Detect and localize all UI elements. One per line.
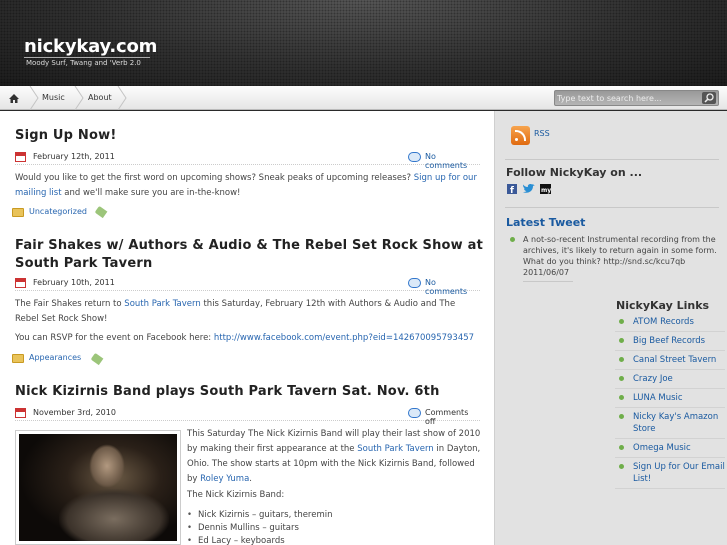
- facebook-event-link[interactable]: http://www.facebook.com/event.php?eid=14…: [214, 333, 474, 343]
- comments-link[interactable]: No comments: [425, 152, 480, 170]
- search-input[interactable]: [557, 92, 699, 104]
- band-photo[interactable]: [15, 430, 181, 545]
- svg-text:f: f: [510, 186, 514, 194]
- tag-icon: [94, 205, 108, 219]
- sidebar-link-email-list[interactable]: Sign Up for Our Email List!: [615, 461, 725, 489]
- post-date: February 12th, 2011: [33, 152, 115, 161]
- tag-icon: [90, 352, 104, 366]
- follow-title: Follow NickyKay on ...: [506, 166, 643, 179]
- post-date: February 10th, 2011: [33, 278, 115, 287]
- post-text: and we'll make sure you are in-the-know!: [61, 188, 241, 198]
- sidebar-link-omega-music[interactable]: Omega Music: [615, 442, 725, 458]
- nav-separator: [117, 86, 127, 110]
- comments-link[interactable]: No comments: [425, 278, 480, 296]
- post-meta: November 3rd, 2010 Comments off: [15, 407, 480, 426]
- post-title-line: South Park Tavern: [15, 256, 153, 271]
- post-meta: February 12th, 2011 No comments: [15, 151, 480, 170]
- divider: [523, 281, 573, 282]
- search-icon: [704, 93, 714, 103]
- sidebar-link-big-beef-records[interactable]: Big Beef Records: [615, 335, 725, 351]
- south-park-tavern-link[interactable]: South Park Tavern: [124, 299, 200, 309]
- post-body: Would you like to get the first word on …: [15, 171, 480, 201]
- links-title: NickyKay Links: [616, 299, 710, 312]
- post-title[interactable]: Fair Shakes w/ Authors & Audio & The Reb…: [15, 237, 485, 273]
- folder-icon: [12, 208, 24, 217]
- sidebar-link-luna-music[interactable]: LUNA Music: [615, 392, 725, 408]
- sidebar-link-crazy-joe[interactable]: Crazy Joe: [615, 373, 725, 389]
- post-text: Would you like to get the first word on …: [15, 173, 414, 183]
- list-item: Dennis Mullins – guitars: [187, 522, 333, 535]
- myspace-icon[interactable]: my: [540, 184, 551, 194]
- post-text: The Nick Kizirnis Band:: [187, 490, 285, 500]
- nav-separator: [29, 86, 39, 110]
- calendar-icon: [15, 278, 26, 288]
- sidebar-link-atom-records[interactable]: ATOM Records: [615, 316, 725, 332]
- site-title[interactable]: nickykay.com: [24, 36, 157, 57]
- band-photo-image: [19, 434, 177, 541]
- nav-home[interactable]: [0, 86, 28, 110]
- comments-status: Comments off: [425, 408, 469, 426]
- bullet-icon: [510, 237, 515, 242]
- sidebar-link-amazon-store[interactable]: Nicky Kay's Amazon Store: [615, 411, 725, 439]
- post-text: The Fair Shakes return to: [15, 299, 125, 309]
- sidebar-link-canal-street-tavern[interactable]: Canal Street Tavern: [615, 354, 725, 370]
- nav-item-about[interactable]: About: [88, 86, 112, 110]
- site-header: nickykay.com Moody Surf, Twang and 'Verb…: [0, 0, 727, 86]
- post-meta: February 10th, 2011 No comments: [15, 277, 480, 296]
- facebook-icon[interactable]: f: [507, 184, 517, 196]
- band-member-list: Nick Kizirnis – guitars, theremin Dennis…: [187, 509, 333, 545]
- category-link[interactable]: Uncategorized: [29, 207, 87, 216]
- site-description: Moody Surf, Twang and 'Verb 2.0: [26, 59, 141, 67]
- rss-link[interactable]: RSS: [534, 129, 550, 138]
- post-text: You can RSVP for the event on Facebook h…: [15, 333, 214, 343]
- links-list: ATOM Records Big Beef Records Canal Stre…: [615, 316, 725, 492]
- nav-item-music[interactable]: Music: [42, 86, 65, 110]
- comment-bubble-icon: [408, 408, 421, 418]
- post-date: November 3rd, 2010: [33, 408, 116, 417]
- calendar-icon: [15, 152, 26, 162]
- rss-icon[interactable]: [511, 126, 530, 145]
- comment-bubble-icon: [408, 278, 421, 288]
- comment-bubble-icon: [408, 152, 421, 162]
- post-title-line: Fair Shakes w/ Authors & Audio & The Reb…: [15, 238, 483, 253]
- south-park-tavern-link[interactable]: South Park Tavern: [357, 444, 433, 454]
- nav-separator: [74, 86, 84, 110]
- folder-icon: [12, 354, 24, 363]
- calendar-icon: [15, 408, 26, 418]
- sidebar: RSS Follow NickyKay on ... f my Latest T…: [494, 111, 727, 545]
- post-text: .: [249, 474, 252, 484]
- title-divider: [24, 57, 150, 58]
- search-button[interactable]: [702, 92, 716, 104]
- divider: [505, 159, 719, 160]
- divider: [505, 207, 719, 208]
- post-body: This Saturday The Nick Kizirnis Band wil…: [187, 427, 482, 487]
- tweet-text: A not-so-recent Instrumental recording f…: [523, 235, 717, 277]
- svg-text:my: my: [541, 187, 551, 194]
- list-item: Ed Lacy – keyboards: [187, 535, 333, 545]
- list-item: Nick Kizirnis – guitars, theremin: [187, 509, 332, 522]
- post-body: You can RSVP for the event on Facebook h…: [15, 331, 480, 346]
- post-title[interactable]: Nick Kizirnis Band plays South Park Tave…: [15, 383, 485, 401]
- search-box: [554, 90, 719, 106]
- twitter-icon[interactable]: [523, 183, 535, 194]
- post-title[interactable]: Sign Up Now!: [15, 127, 485, 145]
- roley-yuma-link[interactable]: Roley Yuma: [200, 474, 249, 484]
- latest-tweet-title: Latest Tweet: [506, 216, 586, 229]
- home-icon: [9, 94, 19, 103]
- category-link[interactable]: Appearances: [29, 353, 81, 362]
- post-body: The Fair Shakes return to South Park Tav…: [15, 297, 480, 327]
